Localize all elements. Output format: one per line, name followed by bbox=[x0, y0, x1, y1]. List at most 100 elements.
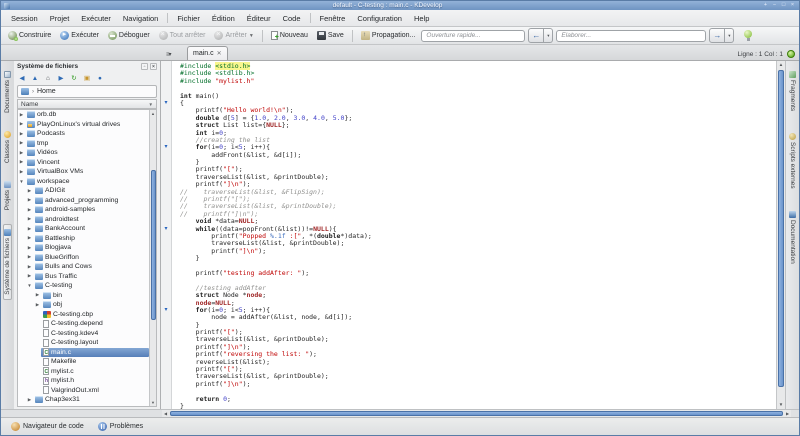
build-button[interactable]: Construire bbox=[5, 30, 54, 41]
statusbar-problemes-button[interactable]: Problèmes bbox=[94, 421, 147, 432]
collapsed-arrow-icon[interactable]: ▶ bbox=[18, 140, 25, 146]
statusbar-navigateur-de-code-button[interactable]: Navigateur de code bbox=[7, 421, 88, 432]
collapsed-arrow-icon[interactable]: ▶ bbox=[26, 226, 33, 232]
up-icon[interactable]: ▲ bbox=[30, 73, 40, 83]
name-column-header[interactable]: Name ▼ bbox=[17, 99, 157, 109]
sidebar-tab-classes[interactable]: Classes bbox=[4, 127, 11, 167]
collapsed-arrow-icon[interactable]: ▶ bbox=[26, 197, 33, 203]
scroll-right-icon[interactable]: ▶ bbox=[784, 411, 791, 416]
tab-main-c[interactable]: main.c ✕ bbox=[187, 46, 228, 60]
window-button-[interactable]: □ bbox=[780, 2, 787, 9]
scroll-down-icon[interactable]: ▼ bbox=[150, 399, 156, 406]
collapsed-arrow-icon[interactable]: ▶ bbox=[18, 112, 25, 118]
collapsed-arrow-icon[interactable]: ▶ bbox=[18, 131, 25, 137]
execute-button[interactable]: Exécuter bbox=[57, 30, 102, 41]
tree-item-c-testing[interactable]: ▼C-testing bbox=[18, 281, 149, 291]
back-dropdown-button[interactable]: ▾ bbox=[544, 28, 553, 43]
collapsed-arrow-icon[interactable]: ▶ bbox=[26, 216, 33, 222]
menu-projet[interactable]: Projet bbox=[44, 12, 76, 25]
menu-editeur[interactable]: Éditeur bbox=[241, 12, 277, 25]
tree-item-makefile[interactable]: Makefile bbox=[18, 357, 149, 367]
menu-executer[interactable]: Exécuter bbox=[75, 12, 117, 25]
tree-item-podcasts[interactable]: ▶Podcasts bbox=[18, 129, 149, 139]
collapsed-arrow-icon[interactable]: ▶ bbox=[26, 273, 33, 279]
save-button[interactable]: Save bbox=[314, 30, 347, 41]
code-editor[interactable]: ▾▾▾▾ #include <stdio.h>#include <stdlib.… bbox=[161, 61, 785, 409]
tree-item-adigit[interactable]: ▶ADIGit bbox=[18, 186, 149, 196]
tree-item-battleship[interactable]: ▶Battleship bbox=[18, 234, 149, 244]
editor-hscrollbar-thumb[interactable] bbox=[170, 411, 783, 416]
tree-item-bus-traffic[interactable]: ▶Bus Traffic bbox=[18, 272, 149, 282]
expanded-arrow-icon[interactable]: ▼ bbox=[18, 179, 25, 184]
tree-item-valgrindout-xml[interactable]: ValgrindOut.xml bbox=[18, 386, 149, 396]
tree-item-mylist-h[interactable]: mylist.h bbox=[18, 376, 149, 386]
tree-item-advanced-programming[interactable]: ▶advanced_programming bbox=[18, 196, 149, 206]
forward-icon[interactable]: ▶ bbox=[56, 73, 66, 83]
breadcrumb[interactable]: › Home bbox=[17, 85, 157, 98]
collapsed-arrow-icon[interactable]: ▶ bbox=[34, 292, 41, 298]
tree-item-c-testing-kdev4[interactable]: C-testing.kdev4 bbox=[18, 329, 149, 339]
collapsed-arrow-icon[interactable]: ▶ bbox=[26, 264, 33, 270]
scroll-up-icon[interactable]: ▲ bbox=[150, 110, 156, 117]
quick-open-input[interactable] bbox=[421, 30, 525, 42]
fold-margin[interactable]: ▾ ▾ ▾ ▾ bbox=[161, 61, 172, 409]
tree-item-c-world-factbook[interactable]: ▶C#-World-Factbook bbox=[18, 405, 149, 407]
back-arrow-button[interactable]: ← bbox=[528, 28, 544, 43]
fold-arrow-icon[interactable]: ▾ bbox=[161, 226, 171, 233]
tab-close-icon[interactable]: ✕ bbox=[217, 50, 222, 57]
editor-hscrollbar[interactable]: ◀ ▶ bbox=[162, 410, 791, 417]
reload-icon[interactable]: ↻ bbox=[69, 73, 79, 83]
tree-item-c-testing-layout[interactable]: C-testing.layout bbox=[18, 338, 149, 348]
lightbulb-icon[interactable] bbox=[743, 30, 753, 42]
title-bar[interactable]: default - C-testing : main.c - KDevelop … bbox=[1, 1, 799, 10]
breadcrumb-home[interactable]: Home bbox=[37, 88, 56, 95]
forward-arrow-button[interactable]: → bbox=[709, 28, 725, 43]
panel-close-button[interactable]: × bbox=[150, 63, 157, 70]
tree-item-mylist-c[interactable]: mylist.c bbox=[18, 367, 149, 377]
collapsed-arrow-icon[interactable]: ▶ bbox=[18, 159, 25, 165]
tree-item-bluegriffon[interactable]: ▶BlueGriffon bbox=[18, 253, 149, 263]
sidebar-tab-fragments[interactable]: Fragments bbox=[789, 67, 796, 115]
menu-code[interactable]: Code bbox=[277, 12, 307, 25]
tree-item-vincent[interactable]: ▶Vincent bbox=[18, 158, 149, 168]
tree-item-android-samples[interactable]: ▶android-samples bbox=[18, 205, 149, 215]
sidebar-tab-projets[interactable]: Projets bbox=[4, 177, 11, 214]
collapsed-arrow-icon[interactable]: ▶ bbox=[26, 245, 33, 251]
tree-scrollbar[interactable]: ▲ ▼ bbox=[149, 110, 156, 406]
tree-item-workspace[interactable]: ▼workspace bbox=[18, 177, 149, 187]
tree-item-blogjava[interactable]: ▶Blogjava bbox=[18, 243, 149, 253]
tree-item-orb-db[interactable]: ▶orb.db bbox=[18, 110, 149, 120]
elaborate-input[interactable] bbox=[556, 30, 706, 42]
document-switcher-icon[interactable]: ≡▾ bbox=[166, 51, 171, 58]
bookmark-icon[interactable]: ▣ bbox=[82, 73, 92, 83]
tree-item-chap3ex31[interactable]: ▶Chap3ex31 bbox=[18, 395, 149, 405]
tree-item-obj[interactable]: ▶obj bbox=[18, 300, 149, 310]
panel-float-button[interactable]: ▫ bbox=[141, 63, 148, 70]
collapsed-arrow-icon[interactable]: ▶ bbox=[18, 150, 25, 156]
collapsed-arrow-icon[interactable]: ▶ bbox=[26, 254, 33, 260]
tree-item-tmp[interactable]: ▶tmp bbox=[18, 139, 149, 149]
collapsed-arrow-icon[interactable]: ▶ bbox=[26, 397, 33, 403]
menu-configuration[interactable]: Configuration bbox=[351, 12, 408, 25]
collapsed-arrow-icon[interactable]: ▶ bbox=[18, 121, 25, 127]
menu-fenetre[interactable]: Fenêtre bbox=[314, 12, 352, 25]
menu-fichier[interactable]: Fichier bbox=[171, 12, 206, 25]
menu-help[interactable]: Help bbox=[408, 12, 435, 25]
menu-navigation[interactable]: Navigation bbox=[117, 12, 164, 25]
sidebar-tab-documents[interactable]: Documents bbox=[4, 67, 11, 117]
collapsed-arrow-icon[interactable]: ▶ bbox=[18, 169, 25, 175]
editor-scrollbar-thumb[interactable] bbox=[778, 70, 784, 387]
tree-item-c-testing-depend[interactable]: C-testing.depend bbox=[18, 319, 149, 329]
propagation-button[interactable]: Propagation... bbox=[358, 30, 419, 41]
sidebar-tab-documentation[interactable]: Documentation bbox=[789, 207, 796, 268]
tree-item-c-testing-cbp[interactable]: C-testing.cbp bbox=[18, 310, 149, 320]
window-button-[interactable]: × bbox=[789, 2, 796, 9]
fold-arrow-icon[interactable]: ▾ bbox=[161, 100, 171, 107]
debug-button[interactable]: Déboguer bbox=[105, 30, 153, 41]
home-icon[interactable]: ⌂ bbox=[43, 73, 53, 83]
fold-arrow-icon[interactable]: ▾ bbox=[161, 144, 171, 151]
tree-item-bulls-and-cows[interactable]: ▶Bulls and Cows bbox=[18, 262, 149, 272]
tree-item-videos[interactable]: ▶Vidéos bbox=[18, 148, 149, 158]
fold-arrow-icon[interactable]: ▾ bbox=[161, 307, 171, 314]
menu-session[interactable]: Session bbox=[5, 12, 44, 25]
